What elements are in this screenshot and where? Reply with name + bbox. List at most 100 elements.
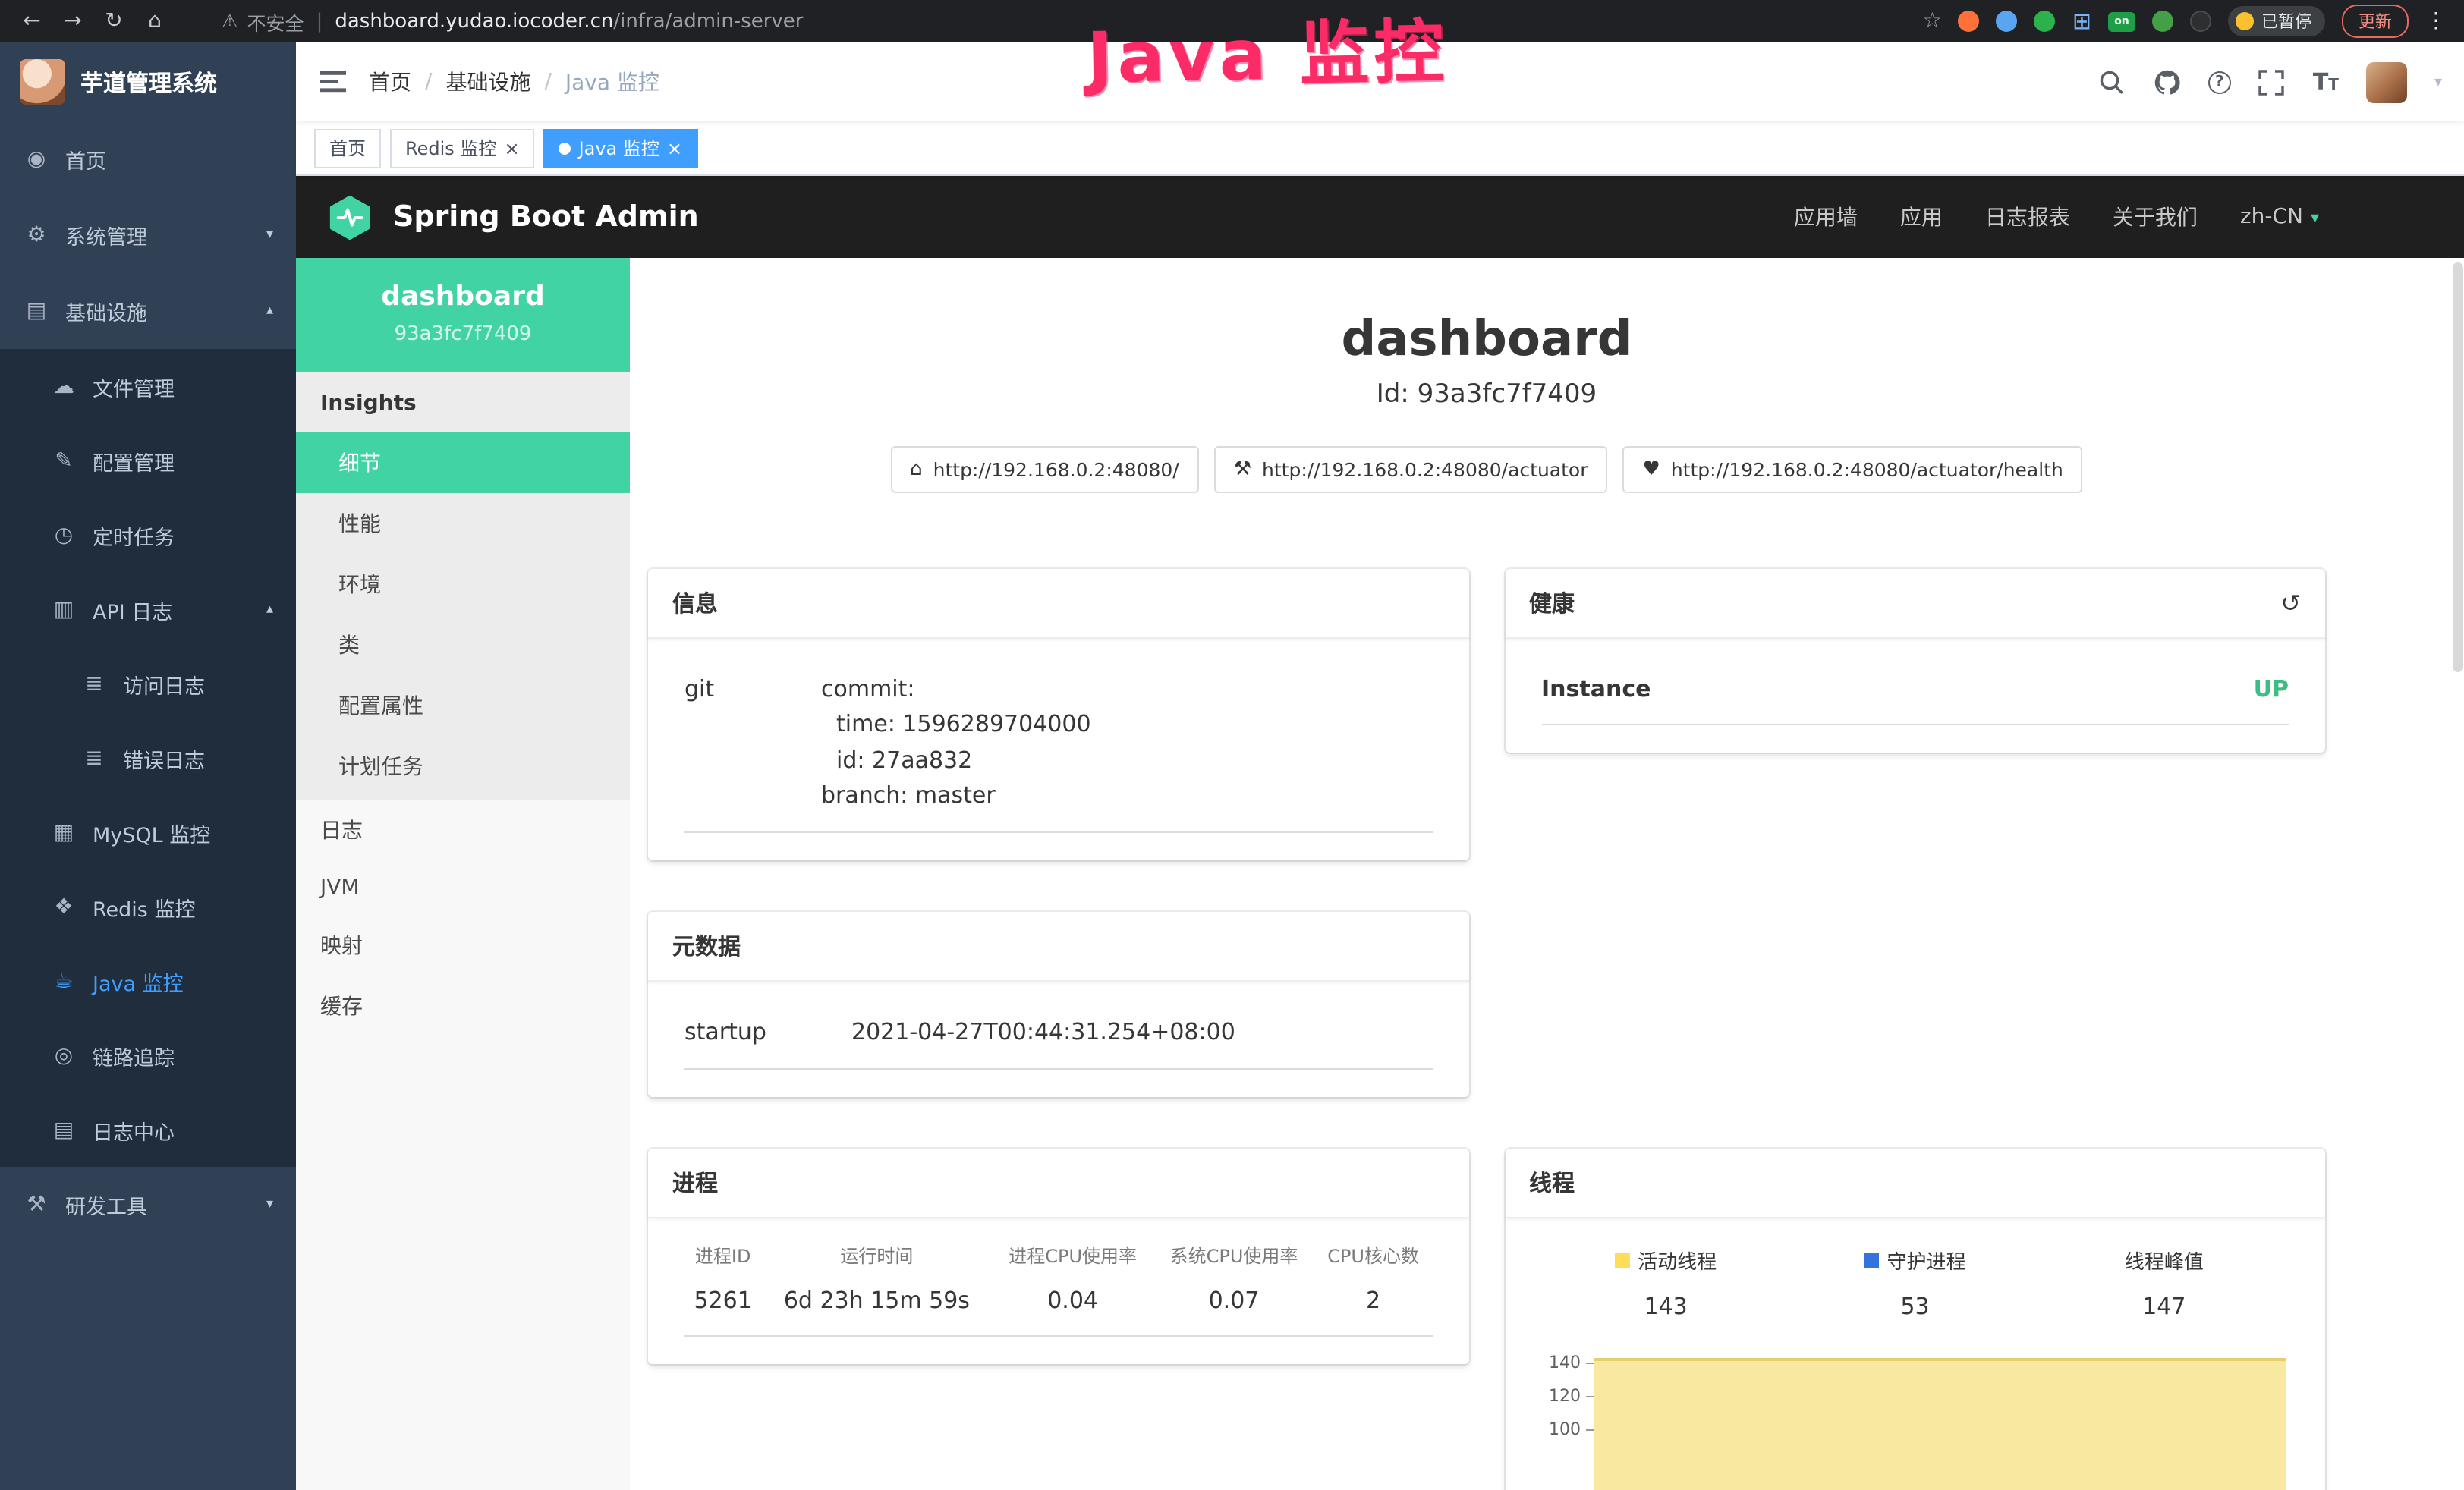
sidebar-item-home[interactable]: ◉ 首页 [0, 121, 296, 197]
sba-sidebar: dashboard 93a3fc7f7409 Insights 细节 性能 环境… [296, 258, 630, 1490]
sba-side-mappings[interactable]: 映射 [296, 915, 630, 976]
tab-home[interactable]: 首页 [314, 128, 381, 168]
document-icon: ≣ [82, 671, 106, 696]
sba-side-configprops[interactable]: 配置属性 [296, 675, 630, 736]
close-icon[interactable]: × [504, 139, 519, 157]
sba-locale-select[interactable]: zh-CN ▾ [2240, 205, 2319, 229]
home-icon: ⌂ [910, 458, 923, 481]
sba-side-jvm[interactable]: JVM [296, 860, 630, 915]
user-avatar[interactable] [2366, 61, 2407, 102]
sidebar-item-api-log[interactable]: ▥ API 日志 ▴ [0, 572, 296, 646]
avatar-caret-icon[interactable]: ▾ [2434, 74, 2442, 90]
sidebar-item-error-log[interactable]: ≣ 错误日志 [0, 721, 296, 795]
close-icon[interactable]: × [667, 139, 682, 157]
help-icon[interactable]: ? [2208, 71, 2231, 93]
metadata-startup-row: startup 2021-04-27T00:44:31.254+08:00 [684, 1003, 1432, 1070]
sba-brand-title[interactable]: Spring Boot Admin [393, 200, 699, 234]
infra-submenu: ☁ 文件管理 ✎ 配置管理 ◷ 定时任务 ▥ API 日志 ▴ ≣ [0, 349, 296, 1167]
chrome-update-button[interactable]: 更新 [2342, 5, 2409, 38]
sba-side-details[interactable]: 细节 [296, 432, 630, 493]
sba-instance-header[interactable]: dashboard 93a3fc7f7409 [296, 258, 630, 372]
hamburger-icon[interactable] [319, 68, 346, 96]
browser-toolbar-right: ☆ ⊞ on 已暂停 更新 ⋮ [1923, 5, 2447, 38]
sidebar-item-scheduled-jobs[interactable]: ◷ 定时任务 [0, 498, 296, 572]
bookmark-star-icon[interactable]: ☆ [1923, 9, 1942, 33]
scrollbar[interactable] [2453, 262, 2463, 672]
tab-java-monitor[interactable]: Java 监控 × [544, 128, 697, 168]
breadcrumb-home[interactable]: 首页 [369, 67, 411, 97]
sba-nav-wallboard[interactable]: 应用墙 [1794, 202, 1858, 232]
health-instance-label: Instance [1541, 675, 1651, 703]
emoji-face-icon [2236, 12, 2254, 30]
fullscreen-icon[interactable] [2258, 68, 2286, 96]
sba-nav-applications[interactable]: 应用 [1900, 202, 1943, 232]
address-bar[interactable]: ⚠ 不安全 | dashboard.yudao.iocoder.cn/infra… [222, 7, 804, 36]
url-text[interactable]: dashboard.yudao.iocoder.cn/infra/admin-s… [335, 10, 803, 33]
sidebar-item-redis-monitor[interactable]: ❖ Redis 监控 [0, 869, 296, 944]
extension-leaf-icon[interactable] [2152, 11, 2173, 32]
threads-card-title: 线程 [1505, 1149, 2325, 1219]
extension-on-badge-icon[interactable]: on [2108, 11, 2135, 31]
metadata-card: 元数据 startup 2021-04-27T00:44:31.254+08:0… [648, 912, 1468, 1098]
chrome-menu-icon[interactable]: ⋮ [2425, 9, 2447, 33]
font-size-icon[interactable]: TT [2313, 68, 2339, 96]
sba-nav-journal[interactable]: 日志报表 [1985, 202, 2070, 232]
sidebar-item-java-monitor[interactable]: ☕ Java 监控 [0, 944, 296, 1018]
sba-logo-icon [326, 193, 373, 240]
cloud-icon: ☁ [52, 374, 76, 398]
sba-side-logs[interactable]: 日志 [296, 800, 630, 860]
extension-fox-icon[interactable] [1959, 11, 1980, 32]
extension-green-circle-icon[interactable] [2034, 11, 2056, 32]
mysql-icon: ▦ [52, 820, 76, 844]
process-card: 进程 进程ID 运行时间 进程CPU使用率 系统CPU使用率 CPU核心数 [648, 1149, 1468, 1365]
sba-side-environment[interactable]: 环境 [296, 554, 630, 615]
instance-actuator-link[interactable]: ⚒ http://192.168.0.2:48080/actuator [1214, 446, 1608, 493]
sidebar-item-infra[interactable]: ▤ 基础设施 ▴ [0, 273, 296, 349]
log-icon: ▥ [52, 597, 76, 621]
sba-nav-about[interactable]: 关于我们 [2113, 202, 2198, 232]
sidebar-item-mysql-monitor[interactable]: ▦ MySQL 监控 [0, 795, 296, 869]
legend-daemon-threads: 守护进程 53 [1790, 1246, 2039, 1321]
instance-health-link[interactable]: ♥ http://192.168.0.2:48080/actuator/heal… [1623, 446, 2083, 493]
history-icon[interactable]: ↺ [2280, 589, 2301, 618]
document-icon: ≣ [82, 746, 106, 770]
security-warning-icon: ⚠ [222, 11, 238, 32]
browser-back-button[interactable]: ← [18, 9, 46, 33]
sba-side-caches[interactable]: 缓存 [296, 976, 630, 1036]
breadcrumb: 首页 / 基础设施 / Java 监控 [369, 67, 659, 97]
breadcrumb-current: Java 监控 [565, 67, 659, 97]
browser-forward-button[interactable]: → [59, 9, 87, 33]
sba-main: dashboard Id: 93a3fc7f7409 ⌂ http://192.… [630, 258, 2464, 1490]
page-subtitle: Id: 93a3fc7f7409 [648, 379, 2325, 410]
health-card-title: 健康 [1529, 587, 1575, 619]
sba-side-scheduledtasks[interactable]: 计划任务 [296, 736, 630, 797]
sidebar-item-system[interactable]: ⚙ 系统管理 ▾ [0, 197, 296, 273]
tab-redis-monitor[interactable]: Redis 监控 × [390, 128, 535, 168]
instance-home-link[interactable]: ⌂ http://192.168.0.2:48080/ [890, 446, 1199, 493]
search-icon[interactable] [2099, 68, 2126, 96]
browser-reload-button[interactable]: ↻ [100, 9, 127, 33]
sidebar-item-log-center[interactable]: ▤ 日志中心 [0, 1092, 296, 1167]
sidebar-item-file-manage[interactable]: ☁ 文件管理 [0, 349, 296, 423]
sidebar-item-config-manage[interactable]: ✎ 配置管理 [0, 423, 296, 498]
extension-puzzle-icon[interactable] [2190, 11, 2211, 32]
sidebar-item-dev-tools[interactable]: ⚒ 研发工具 ▾ [0, 1167, 296, 1243]
dashboard-icon: ◉ [24, 147, 49, 171]
browser-home-button[interactable]: ⌂ [141, 9, 168, 33]
page-title: dashboard [648, 310, 2325, 367]
app-logo[interactable]: 芋道管理系统 [0, 42, 296, 121]
sidebar-item-trace[interactable]: ◎ 链路追踪 [0, 1018, 296, 1092]
sba-side-metrics[interactable]: 性能 [296, 493, 630, 554]
chevron-down-icon: ▾ [2311, 207, 2319, 227]
sba-side-classes[interactable]: 类 [296, 615, 630, 675]
tools-icon: ⚒ [24, 1193, 49, 1217]
sba-header: Spring Boot Admin 应用墙 应用 日志报表 关于我们 zh-CN… [296, 176, 2464, 258]
extension-drop-icon[interactable] [1997, 11, 2018, 32]
info-git-row: git commit: time: 1596289704000 id: 27aa… [684, 660, 1432, 833]
paused-badge[interactable]: 已暂停 [2228, 6, 2325, 36]
github-icon[interactable] [2154, 68, 2181, 96]
sidebar-item-access-log[interactable]: ≣ 访问日志 [0, 646, 296, 721]
extension-grid-icon[interactable]: ⊞ [2072, 10, 2091, 33]
breadcrumb-infra[interactable]: 基础设施 [445, 67, 530, 97]
logo-avatar-image [20, 59, 65, 105]
